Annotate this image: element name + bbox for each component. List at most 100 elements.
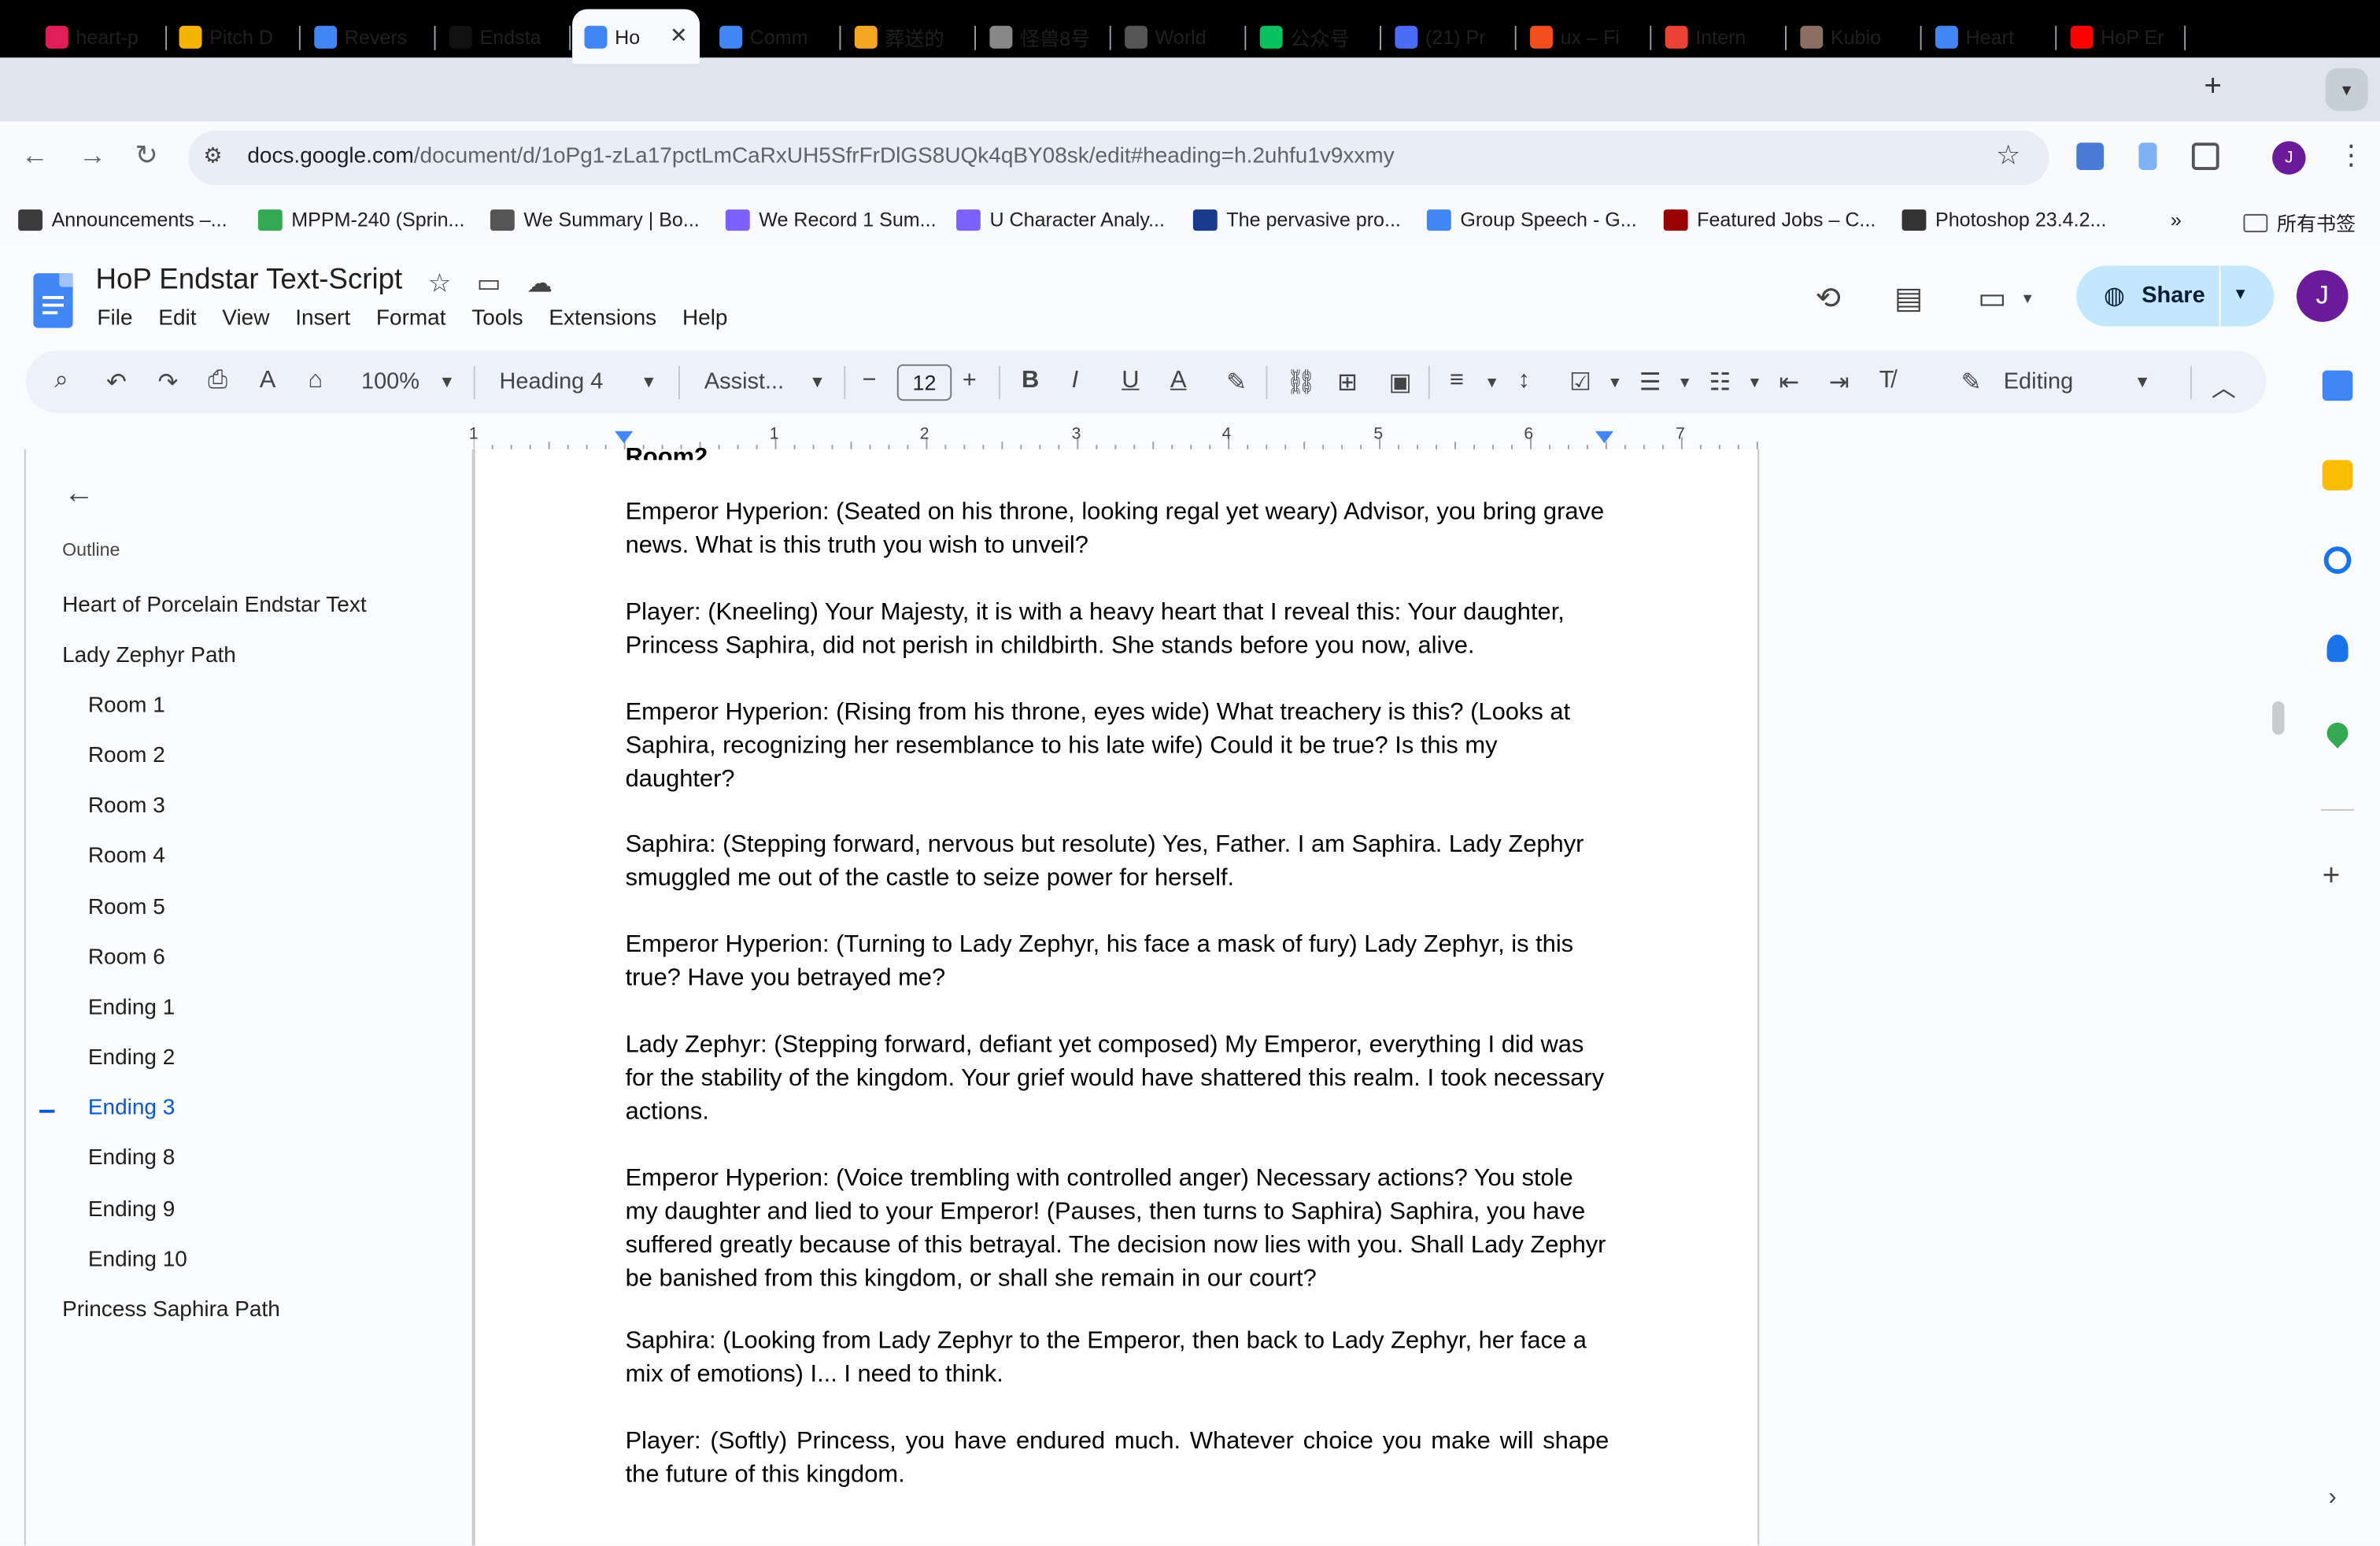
document-paragraph[interactable]: Emperor Hyperion: (Rising from his thron… <box>626 697 1609 797</box>
cloud-status-icon[interactable]: ☁ <box>527 268 552 299</box>
bulleted-list-icon[interactable]: ☰ <box>1639 368 1661 398</box>
align-icon[interactable]: ≡ <box>1450 368 1464 395</box>
font-size-input[interactable]: 12 <box>896 364 952 401</box>
editing-mode-select[interactable]: Editing <box>2004 369 2073 395</box>
browser-tab[interactable]: 公众号 <box>1247 9 1382 64</box>
underline-icon[interactable]: U <box>1122 368 1139 395</box>
bookmark-item[interactable]: Photoshop 23.4.2... <box>1901 208 2106 231</box>
document-paragraph[interactable]: Lady Zephyr: (Stepping forward, defiant … <box>626 1030 1609 1130</box>
zoom-dropdown-icon[interactable]: ▼ <box>438 373 455 391</box>
profile-avatar[interactable]: J <box>2272 141 2306 175</box>
close-outline-icon[interactable]: ← <box>64 477 94 512</box>
bookmarks-overflow-button[interactable]: » <box>2171 208 2182 231</box>
decrease-indent-icon[interactable]: ⇤ <box>1779 368 1799 398</box>
bookmark-star-icon[interactable]: ☆ <box>1996 139 2020 172</box>
browser-tab[interactable]: 葬送的 <box>842 9 977 64</box>
close-tab-icon[interactable]: ✕ <box>670 23 688 49</box>
outline-item[interactable]: Room 5 <box>88 896 165 920</box>
right-indent-marker[interactable] <box>1595 431 1614 444</box>
editing-pencil-icon[interactable]: ✎ <box>1961 368 1982 398</box>
outline-item[interactable]: Ending 8 <box>88 1146 175 1171</box>
document-paragraph[interactable]: Saphira: (Looking from Lady Zephyr to th… <box>626 1326 1609 1393</box>
insert-image-icon[interactable]: ▣ <box>1389 368 1412 398</box>
menu-file[interactable]: File <box>97 307 132 331</box>
font-select[interactable]: Assist... <box>704 369 784 395</box>
print-icon[interactable]: ⎙ <box>208 368 227 395</box>
search-menus-icon[interactable]: ⌕ <box>54 368 68 395</box>
share-button[interactable]: ◍ Share ▾ <box>2076 265 2275 327</box>
star-icon[interactable]: ☆ <box>428 268 451 299</box>
browser-tab[interactable]: (21) Pr <box>1383 9 1517 64</box>
all-bookmarks-button[interactable]: 所有书签 <box>2243 208 2356 237</box>
italic-icon[interactable]: I <box>1072 368 1079 395</box>
site-info-icon[interactable]: ⚙ <box>203 142 222 168</box>
browser-tab[interactable]: Revers <box>302 9 436 64</box>
menu-extensions[interactable]: Extensions <box>549 307 656 331</box>
document-title[interactable]: HoP Endstar Text-Script <box>96 264 403 298</box>
document-paragraph[interactable]: Saphira: (Stepping forward, nervous but … <box>626 829 1609 896</box>
add-comment-icon[interactable]: ⊞ <box>1337 368 1358 398</box>
docs-logo-icon[interactable] <box>33 273 73 328</box>
bookmark-item[interactable]: MPPM-240 (Sprin... <box>257 208 464 231</box>
editing-mode-dropdown-icon[interactable]: ▼ <box>2134 373 2151 391</box>
spellcheck-icon[interactable]: A <box>260 368 276 395</box>
style-dropdown-icon[interactable]: ▼ <box>641 373 657 391</box>
browser-tab[interactable]: heart-p <box>33 9 168 64</box>
back-icon[interactable]: ← <box>21 139 49 172</box>
meet-icon[interactable]: ▭ <box>1978 279 2006 317</box>
outline-item[interactable]: Room 4 <box>88 844 165 868</box>
outline-item[interactable]: Princess Saphira Path <box>62 1298 280 1322</box>
highlight-icon[interactable]: ✎ <box>1226 368 1247 398</box>
document-paragraph[interactable]: Emperor Hyperion: (Turning to Lady Zephy… <box>626 929 1609 996</box>
line-spacing-icon[interactable]: ↕ <box>1518 368 1530 395</box>
keep-icon[interactable] <box>2322 460 2353 490</box>
outline-item[interactable]: Room 6 <box>88 946 165 971</box>
outline-item[interactable]: Ending 9 <box>88 1198 175 1222</box>
tab-search-button[interactable]: ▾ <box>2325 68 2368 111</box>
insert-link-icon[interactable]: ⛓ <box>1286 368 1317 398</box>
document-paragraph[interactable]: Emperor Hyperion: (Seated on his throne,… <box>626 497 1609 564</box>
tasks-icon[interactable] <box>2323 546 2352 575</box>
browser-tab[interactable]: Heart <box>1924 9 2057 64</box>
text-color-icon[interactable]: A <box>1170 368 1187 395</box>
checklist-dropdown-icon[interactable]: ▼ <box>1607 375 1622 391</box>
contacts-icon[interactable] <box>2326 634 2349 662</box>
browser-tab[interactable]: Intern <box>1653 9 1787 64</box>
outline-item[interactable]: Room 1 <box>88 693 165 718</box>
font-dropdown-icon[interactable]: ▼ <box>809 373 826 391</box>
browser-tab[interactable]: Ho ✕ <box>572 9 700 65</box>
extension-icon[interactable] <box>2138 142 2157 171</box>
menu-format[interactable]: Format <box>376 307 446 331</box>
document-paragraph[interactable]: Player: (Softly) Princess, you have endu… <box>626 1426 1609 1492</box>
outline-item[interactable]: Ending 3 <box>88 1096 175 1120</box>
menu-help[interactable]: Help <box>682 307 728 331</box>
translate-icon[interactable] <box>2076 142 2105 171</box>
version-history-icon[interactable]: ⟲ <box>1816 279 1841 317</box>
scrollbar-thumb[interactable] <box>2272 701 2285 735</box>
show-side-panel-icon[interactable]: › <box>2328 1485 2336 1512</box>
decrease-font-size-icon[interactable]: − <box>862 368 876 395</box>
browser-tab[interactable]: Pitch D <box>167 9 301 64</box>
menu-edit[interactable]: Edit <box>158 307 196 331</box>
account-avatar[interactable]: J <box>2296 270 2349 322</box>
meet-dropdown-icon[interactable]: ▾ <box>2023 288 2032 308</box>
outline-item[interactable]: Room 3 <box>88 794 165 819</box>
room-heading[interactable]: Room2 <box>626 433 708 460</box>
browser-tab[interactable]: Kubio <box>1788 9 1922 64</box>
style-select[interactable]: Heading 4 <box>500 369 604 395</box>
clear-formatting-icon[interactable]: T̸ <box>1879 368 1894 395</box>
browser-tab[interactable]: Comm <box>708 9 841 64</box>
align-dropdown-icon[interactable]: ▼ <box>1484 375 1499 391</box>
menu-view[interactable]: View <box>222 307 269 331</box>
outline-item[interactable]: Ending 10 <box>88 1248 187 1272</box>
outline-item[interactable]: Lady Zephyr Path <box>62 644 236 668</box>
checklist-icon[interactable]: ☑ <box>1569 368 1591 398</box>
browser-tab[interactable]: World <box>1113 9 1247 64</box>
reload-icon[interactable]: ↻ <box>135 139 158 172</box>
paint-format-icon[interactable]: ⌂ <box>309 368 323 395</box>
browser-tab[interactable]: Endsta <box>437 9 571 64</box>
bookmark-item[interactable]: We Record 1 Sum... <box>725 208 937 231</box>
calendar-icon[interactable] <box>2322 370 2353 401</box>
outline-item[interactable]: Room 2 <box>88 744 165 768</box>
undo-icon[interactable]: ↶ <box>106 368 127 398</box>
